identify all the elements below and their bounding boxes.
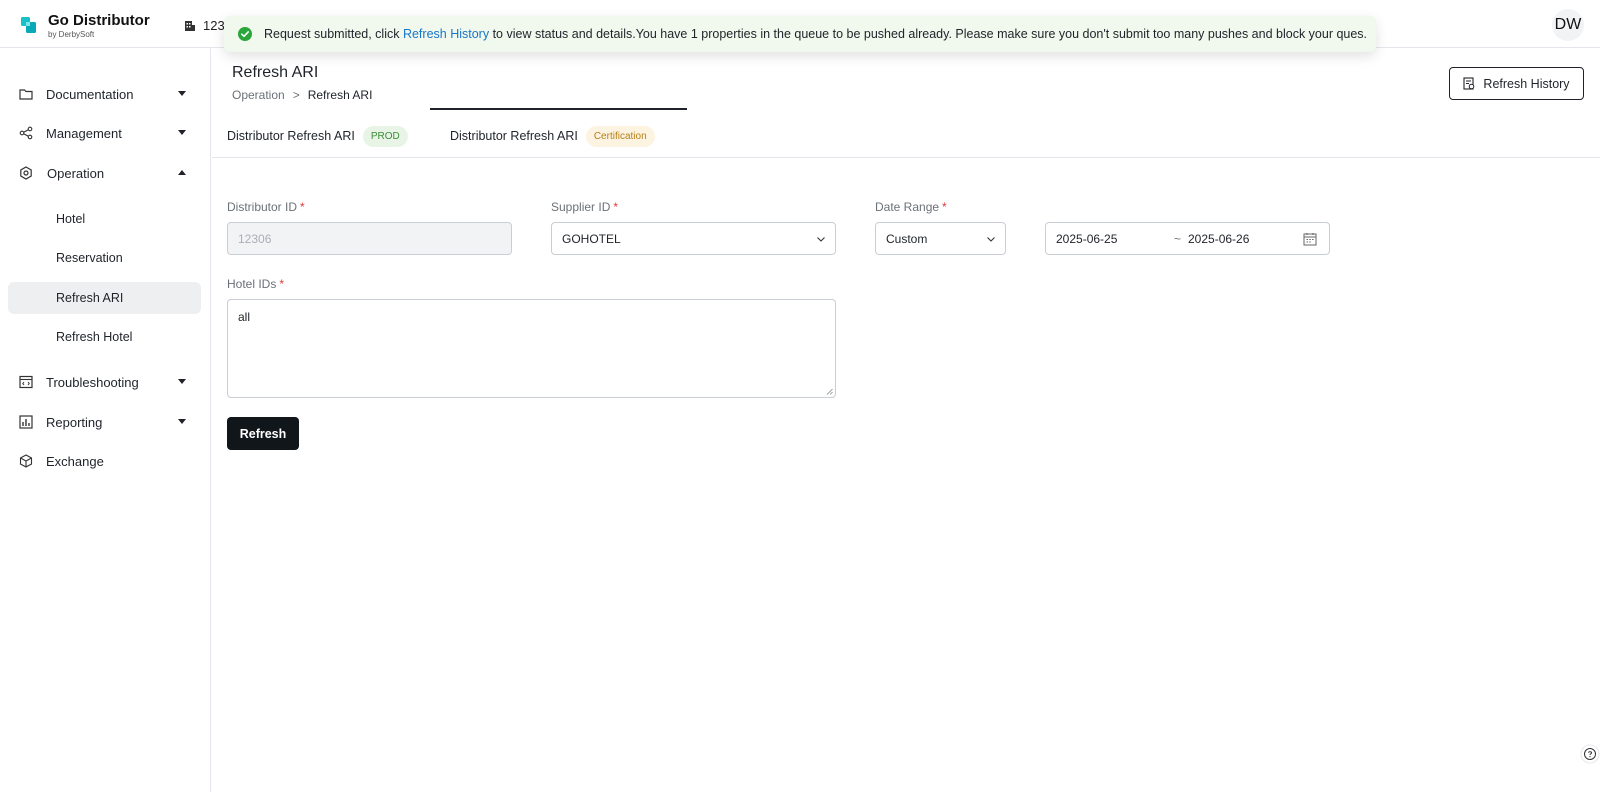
sidebar-item-management[interactable]: Management <box>8 117 201 149</box>
sidebar-subitem-refresh-ari[interactable]: Refresh ARI <box>8 282 201 314</box>
refresh-history-label: Refresh History <box>1483 76 1570 91</box>
chevron-down-icon <box>178 91 186 96</box>
tab-label: Distributor Refresh ARI <box>227 129 355 143</box>
chevron-down-icon <box>987 237 995 242</box>
sidebar-subitem-label: Refresh ARI <box>56 291 124 305</box>
hotel-ids-textarea[interactable]: all <box>227 299 836 398</box>
sidebar-subitem-reservation[interactable]: Reservation <box>8 242 201 274</box>
chevron-down-icon <box>178 130 186 135</box>
resize-handle-icon[interactable] <box>826 388 833 395</box>
help-icon[interactable] <box>1580 744 1600 764</box>
sidebar-subitem-label: Hotel <box>56 212 86 226</box>
breadcrumb-separator: > <box>292 88 300 102</box>
sidebar: Documentation Management Operation Hotel… <box>0 48 211 792</box>
active-tab-indicator <box>430 108 687 110</box>
sidebar-item-troubleshooting[interactable]: Troubleshooting <box>8 366 201 398</box>
sidebar-item-exchange[interactable]: Exchange <box>8 445 201 477</box>
toast-text-before: Request submitted, click <box>264 27 403 41</box>
sidebar-subitem-refresh-hotel[interactable]: Refresh Hotel <box>8 321 201 353</box>
sidebar-item-documentation[interactable]: Documentation <box>8 78 201 110</box>
toast-text-after: to view status and details.You have 1 pr… <box>489 27 1368 41</box>
code-window-icon <box>19 375 33 389</box>
cube-icon <box>19 454 33 468</box>
chevron-up-icon <box>178 170 186 175</box>
supplier-id-select[interactable]: GOHOTEL <box>551 222 836 255</box>
label-text: Supplier ID <box>551 200 611 214</box>
label-text: Distributor ID <box>227 200 298 214</box>
required-mark: * <box>613 200 619 214</box>
check-circle-icon <box>238 27 252 41</box>
hotel-ids-value: all <box>238 310 251 324</box>
required-mark: * <box>942 200 947 214</box>
sidebar-item-operation[interactable]: Operation <box>8 157 201 189</box>
required-mark: * <box>300 200 305 214</box>
success-toast: Request submitted, click Refresh History… <box>224 16 1376 52</box>
sidebar-item-label: Management <box>46 125 122 141</box>
hotel-ids-label: Hotel IDs * <box>227 277 284 291</box>
distributor-id-input: 12306 <box>227 222 512 255</box>
date-range-label: Date Range * <box>875 200 947 214</box>
page-title: Refresh ARI <box>232 64 319 81</box>
tab-certification[interactable]: Distributor Refresh ARI Certification <box>450 114 655 158</box>
sidebar-item-label: Documentation <box>46 86 134 102</box>
brand-name: Go Distributor <box>48 12 150 29</box>
date-range-mode-value: Custom <box>886 231 928 246</box>
distributor-id-label: Distributor ID * <box>227 200 305 214</box>
label-text: Date Range <box>875 200 940 214</box>
go-distributor-logo-icon <box>21 17 36 33</box>
supplier-id-value: GOHOTEL <box>562 231 621 246</box>
prod-badge: PROD <box>362 125 408 147</box>
refresh-button[interactable]: Refresh <box>227 417 299 450</box>
sidebar-item-label: Troubleshooting <box>46 374 139 390</box>
date-end[interactable]: 2025-06-26 <box>1188 232 1249 246</box>
history-document-icon <box>1463 77 1475 90</box>
breadcrumb: Operation > Refresh ARI <box>232 88 372 102</box>
folder-icon <box>19 89 33 100</box>
sidebar-subitem-hotel[interactable]: Hotel <box>8 203 201 235</box>
date-separator: ~ <box>1174 231 1182 246</box>
calendar-icon <box>1303 233 1317 246</box>
tab-prod[interactable]: Distributor Refresh ARI PROD <box>227 114 408 158</box>
supplier-id-label: Supplier ID * <box>551 200 618 214</box>
gear-icon <box>20 166 32 180</box>
toast-message: Request submitted, click Refresh History… <box>264 27 1367 41</box>
sidebar-subitem-label: Reservation <box>56 251 123 265</box>
date-range-mode-select[interactable]: Custom <box>875 222 1006 255</box>
breadcrumb-operation[interactable]: Operation <box>232 88 285 102</box>
bar-chart-icon <box>19 415 33 429</box>
sidebar-item-reporting[interactable]: Reporting <box>8 406 201 438</box>
chevron-down-icon <box>178 419 186 424</box>
sidebar-subitem-label: Refresh Hotel <box>56 330 133 344</box>
sidebar-item-label: Operation <box>47 165 105 181</box>
sidebar-item-label: Reporting <box>46 414 103 430</box>
date-range-picker[interactable]: 2025-06-25 ~ 2025-06-26 <box>1045 222 1330 255</box>
refresh-history-button[interactable]: Refresh History <box>1449 67 1584 100</box>
date-start[interactable]: 2025-06-25 <box>1056 232 1117 246</box>
required-mark: * <box>279 277 285 291</box>
building-icon <box>185 21 195 31</box>
share-icon <box>19 126 33 140</box>
breadcrumb-current: Refresh ARI <box>307 88 373 102</box>
label-text: Hotel IDs <box>227 277 277 291</box>
certification-badge: Certification <box>585 125 655 147</box>
sidebar-item-label: Exchange <box>46 453 104 469</box>
brand-subtitle: by DerbySoft <box>48 30 95 39</box>
environment-tabs: Distributor Refresh ARI PROD Distributor… <box>212 114 1600 158</box>
user-avatar[interactable]: DW <box>1552 9 1584 41</box>
chevron-down-icon <box>817 237 825 242</box>
tab-label: Distributor Refresh ARI <box>450 129 578 143</box>
toast-refresh-history-link[interactable]: Refresh History <box>403 27 489 41</box>
chevron-down-icon <box>178 379 186 384</box>
main-content: Refresh ARI Operation > Refresh ARI Refr… <box>212 48 1600 792</box>
